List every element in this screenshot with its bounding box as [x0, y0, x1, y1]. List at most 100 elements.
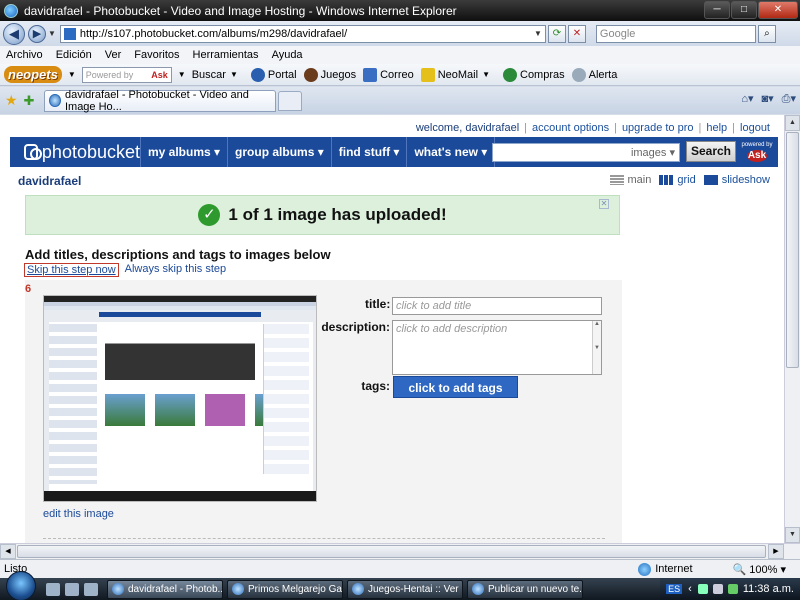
taskbar-item[interactable]: Publicar un nuevo te... — [467, 579, 583, 599]
neo-buscar[interactable]: Buscar ▼ — [192, 69, 244, 81]
feeds-icon[interactable]: ◙▾ — [762, 92, 774, 106]
address-url[interactable]: http://s107.photobucket.com/albums/m298/… — [80, 28, 534, 40]
neo-neomail[interactable]: NeoMail ▼ — [420, 67, 496, 82]
album-name[interactable]: davidrafael — [18, 174, 81, 188]
window-title-bar: davidrafael - Photobucket - Video and Im… — [0, 0, 800, 21]
add-favorites-icon[interactable]: ✚ — [24, 93, 35, 109]
switch-windows-icon[interactable] — [65, 582, 79, 596]
clock[interactable]: 11:38 a.m. — [743, 583, 794, 595]
vertical-scroll-thumb[interactable] — [786, 132, 799, 368]
ie-icon — [472, 583, 484, 595]
menu-edicion[interactable]: Edición — [56, 49, 92, 61]
nav-find-stuff[interactable]: find stuff ▾ — [330, 137, 407, 167]
search-input[interactable]: Google — [595, 24, 756, 43]
close-icon[interactable]: ✕ — [599, 199, 609, 209]
new-tab-button[interactable] — [278, 90, 303, 111]
tags-label: tags: — [361, 379, 390, 393]
tray-expand-icon[interactable]: ‹ — [688, 583, 692, 595]
powered-by-label: powered by — [741, 142, 773, 148]
security-zone[interactable]: Internet — [638, 562, 693, 576]
neo-alerta[interactable]: Alerta — [571, 67, 617, 82]
neopets-search-input[interactable]: Powered by Ask — [81, 66, 172, 83]
favorites-star-icon[interactable]: ★ — [5, 92, 18, 109]
always-skip-link[interactable]: Always skip this step — [125, 263, 226, 277]
neo-correo[interactable]: Correo — [363, 67, 414, 82]
powered-by-label: Powered by — [85, 69, 134, 80]
scroll-left-icon[interactable]: ◀ — [0, 544, 16, 559]
taskbar-item[interactable]: Juegos-Hentai :: Ver ... — [347, 579, 463, 599]
neo-juegos[interactable]: Juegos — [303, 67, 356, 82]
scroll-down-icon[interactable]: ▼ — [785, 527, 800, 543]
photobucket-search-input[interactable]: images ▾ — [492, 143, 680, 162]
upgrade-link[interactable]: upgrade to pro — [622, 122, 694, 134]
volume-icon[interactable] — [712, 584, 723, 594]
account-options-link[interactable]: account options — [532, 122, 609, 134]
description-scrollbar[interactable]: ▲ ▼ — [592, 321, 601, 374]
nav-group-albums[interactable]: group albums ▾ — [227, 137, 331, 167]
title-field[interactable]: click to add title — [392, 297, 602, 315]
nav-whats-new[interactable]: what's new ▾ — [406, 137, 496, 167]
view-slideshow[interactable]: slideshow — [703, 174, 770, 186]
skip-now-link[interactable]: Skip this step now — [24, 263, 119, 277]
address-dropdown-icon[interactable]: ▼ — [534, 29, 545, 38]
description-field[interactable]: click to add description ▲ ▼ — [392, 320, 602, 375]
show-desktop-icon[interactable] — [46, 582, 60, 596]
menu-favoritos[interactable]: Favoritos — [134, 49, 179, 61]
close-button[interactable]: ✕ — [758, 1, 798, 19]
add-tags-button[interactable]: click to add tags — [393, 376, 518, 398]
neo-portal-label: Portal — [267, 68, 297, 81]
menu-herramientas[interactable]: Herramientas — [193, 49, 259, 61]
photobucket-logo[interactable]: photobucket — [10, 142, 140, 163]
neo-compras[interactable]: Compras — [503, 67, 565, 82]
menu-archivo[interactable]: Archivo — [6, 49, 43, 61]
network-icon[interactable] — [697, 584, 708, 594]
neopets-logo[interactable]: neopets — [4, 66, 62, 83]
search-scope-select[interactable]: images ▾ — [631, 146, 675, 159]
scroll-up-icon[interactable]: ▲ — [785, 115, 800, 131]
language-indicator[interactable]: ES — [666, 584, 683, 594]
taskbar-item[interactable]: Primos Melgarejo Ga... — [227, 579, 343, 599]
welcome-text[interactable]: welcome, davidrafael — [416, 122, 519, 134]
uploaded-image-thumbnail[interactable] — [43, 295, 317, 502]
logout-link[interactable]: logout — [740, 122, 770, 134]
horizontal-scrollbar[interactable]: ◀ ▶ — [0, 543, 800, 559]
neopets-search-dropdown-icon[interactable]: ▼ — [178, 70, 186, 79]
upload-message: 1 of 1 image has uploaded! — [228, 205, 447, 224]
taskbar-item[interactable]: davidrafael - Photob... — [107, 579, 223, 599]
home-icon[interactable]: ⌂▾ — [741, 92, 753, 106]
nav-my-albums[interactable]: my albums ▾ — [140, 137, 227, 167]
view-grid[interactable]: grid — [659, 174, 696, 186]
alerta-icon — [571, 67, 586, 82]
stop-button[interactable]: ✕ — [567, 24, 586, 43]
back-button[interactable]: ◀ — [3, 22, 25, 45]
neopets-dropdown-icon[interactable]: ▼ — [68, 70, 76, 79]
scroll-right-icon[interactable]: ▶ — [768, 544, 784, 559]
media-icon[interactable] — [84, 582, 98, 596]
search-button[interactable]: Search — [686, 141, 736, 162]
minimize-button[interactable]: ─ — [704, 1, 730, 19]
address-toolbar: ◀ ▶ ▼ http://s107.photobucket.com/albums… — [0, 21, 800, 46]
vertical-scrollbar[interactable]: ▲ ▼ — [784, 115, 800, 543]
horizontal-scroll-thumb[interactable] — [17, 545, 766, 558]
forward-button[interactable]: ▶ — [28, 24, 46, 43]
view-main[interactable]: main — [609, 174, 651, 186]
refresh-button[interactable]: ⟳ — [547, 24, 566, 43]
neo-portal[interactable]: Portal — [250, 67, 297, 82]
tab-photobucket[interactable]: davidrafael - Photobucket - Video and Im… — [44, 89, 277, 113]
menu-ayuda[interactable]: Ayuda — [272, 49, 303, 61]
history-dropdown-icon[interactable]: ▼ — [48, 29, 56, 38]
neopets-toolbar: neopets ▼ Powered by Ask ▼ Buscar ▼ Porta… — [0, 64, 800, 86]
start-button[interactable] — [6, 571, 36, 600]
search-icon[interactable]: ⌕ — [757, 24, 776, 43]
maximize-button[interactable]: □ — [731, 1, 757, 19]
image-edit-card: 6 edit this image title: click to add ti… — [25, 280, 622, 543]
tab-ie-icon — [49, 94, 61, 107]
menu-ver[interactable]: Ver — [105, 49, 122, 61]
edit-image-link[interactable]: edit this image — [43, 508, 114, 520]
messenger-icon[interactable] — [727, 584, 738, 594]
help-link[interactable]: help — [706, 122, 727, 134]
print-icon[interactable]: ⎙▾ — [782, 92, 796, 106]
zone-label: Internet — [655, 563, 693, 575]
zoom-level[interactable]: 🔍 100% ▾ — [733, 563, 786, 576]
address-bar[interactable]: http://s107.photobucket.com/albums/m298/… — [59, 24, 546, 43]
